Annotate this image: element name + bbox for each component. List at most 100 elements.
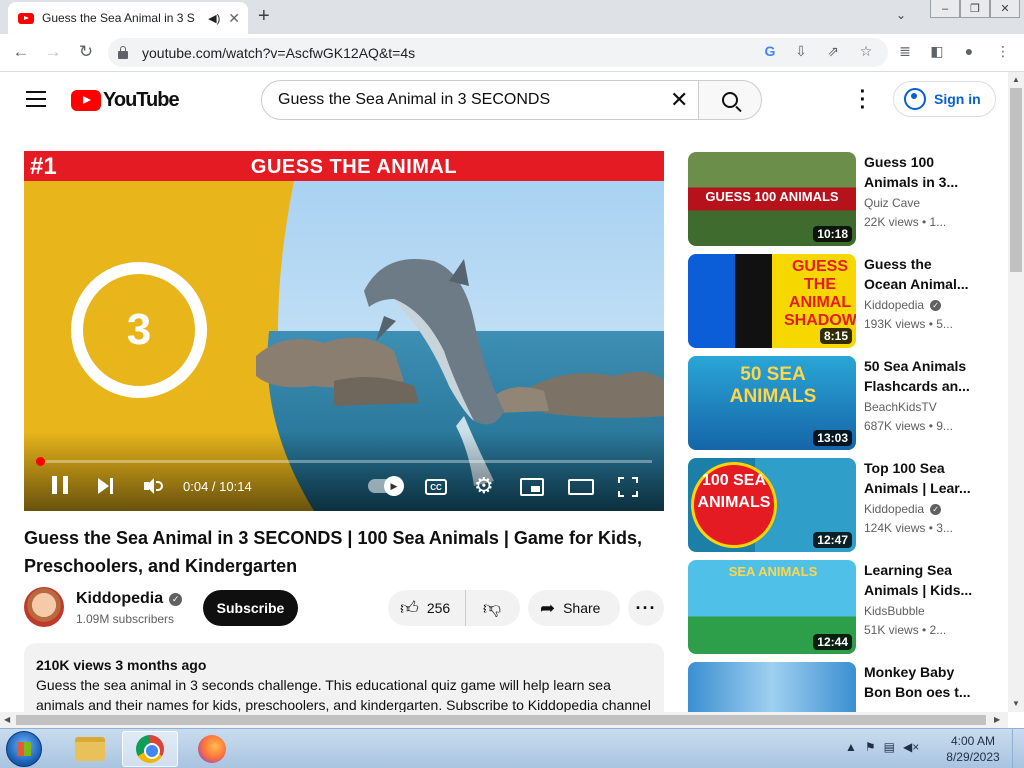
chrome-menu-icon[interactable]: ⋮ <box>994 43 1012 60</box>
video-thumbnail[interactable]: 50 SEA ANIMALS 13:03 <box>688 356 856 450</box>
fullscreen-icon[interactable] <box>618 477 638 497</box>
horizontal-scroll-thumb[interactable] <box>16 715 986 725</box>
channel-name-text: Kiddopedia <box>76 590 164 607</box>
start-button[interactable] <box>6 731 42 767</box>
recommendation-channel[interactable]: Kiddopedia ✓ <box>864 502 942 516</box>
recommendation-channel[interactable]: KidsBubble <box>864 604 925 618</box>
channel-name[interactable]: Kiddopedia ✓ <box>76 590 183 608</box>
restore-button[interactable]: ❐ <box>960 0 990 18</box>
recommendation-channel[interactable]: BeachKidsTV <box>864 400 937 414</box>
recommendation-title[interactable]: 50 Sea Animals Flashcards an... <box>864 356 974 396</box>
action-center-icon[interactable]: ⚑ <box>865 740 876 754</box>
side-panel-icon[interactable]: ◧ <box>928 43 946 60</box>
sign-in-button[interactable]: Sign in <box>893 81 996 117</box>
video-thumbnail[interactable]: SEA ANIMALS 12:44 <box>688 560 856 654</box>
tray-expand-icon[interactable]: ▲ <box>845 740 857 754</box>
search-input[interactable]: Guess the Sea Animal in 3 SECONDS <box>261 80 699 120</box>
tab-close-icon[interactable]: ✕ <box>228 10 240 27</box>
vertical-scroll-thumb[interactable] <box>1010 88 1022 272</box>
folder-icon <box>75 737 105 761</box>
next-track-icon[interactable] <box>98 478 114 494</box>
video-banner: #1 GUESS THE ANIMAL <box>24 151 664 181</box>
volume-icon[interactable] <box>144 478 164 494</box>
autoplay-toggle[interactable] <box>368 476 404 496</box>
tab-search-chevron-icon[interactable]: ⌄ <box>896 8 906 22</box>
pause-icon[interactable] <box>52 476 68 494</box>
youtube-header: YouTube Guess the Sea Animal in 3 SECOND… <box>0 72 1008 128</box>
recommendation-title[interactable]: Guess the Ocean Animal... <box>864 254 974 294</box>
recommendation-channel-name: KidsBubble <box>864 604 925 618</box>
vertical-scrollbar[interactable]: ▲ ▼ <box>1008 72 1024 712</box>
lock-icon[interactable] <box>118 45 128 59</box>
recommendation-item[interactable]: 100 SEA ANIMALS 12:47 Top 100 Sea Animal… <box>688 458 998 552</box>
dislike-button[interactable]: 👎︎ <box>466 597 518 619</box>
recommendation-channel[interactable]: Kiddopedia ✓ <box>864 298 942 312</box>
video-thumbnail[interactable] <box>688 662 856 712</box>
recommendation-item[interactable]: GUESS THE ANIMAL SHADOW 8:15 Guess the O… <box>688 254 998 348</box>
share-button[interactable]: ➦ Share <box>528 590 620 626</box>
countdown-timer: 3 <box>71 262 207 398</box>
recommendation-channel[interactable]: Quiz Cave <box>864 196 920 210</box>
recommendation-title[interactable]: Learning Sea Animals | Kids... <box>864 560 974 600</box>
recommendation-item[interactable]: GUESS 100 ANIMALS 10:18 Guess 100 Animal… <box>688 152 998 246</box>
taskbar-firefox[interactable] <box>184 731 240 767</box>
install-app-icon[interactable]: ⇩ <box>792 43 810 60</box>
scroll-right-arrow-icon[interactable]: ▶ <box>994 715 1000 724</box>
google-translate-icon[interactable]: G <box>761 43 779 59</box>
video-player[interactable]: #1 GUESS THE ANIMAL 3 0:04 / 10:14 CC ⚙ <box>24 151 664 511</box>
settings-gear-icon[interactable]: ⚙ <box>474 475 494 497</box>
recommendation-title[interactable]: Monkey Baby Bon Bon oes t... <box>864 662 974 702</box>
description-box[interactable]: 210K views 3 months ago Guess the sea an… <box>24 643 664 723</box>
settings-more-icon[interactable]: · · · <box>858 82 868 118</box>
more-actions-button[interactable]: ··· <box>628 590 664 626</box>
recommendation-item[interactable]: SEA ANIMALS 12:44 Learning Sea Animals |… <box>688 560 998 654</box>
clear-search-icon[interactable]: ✕ <box>670 89 688 111</box>
taskbar-explorer[interactable] <box>62 731 118 767</box>
taskbar-chrome[interactable] <box>122 731 178 767</box>
network-icon[interactable]: ▤ <box>884 740 895 754</box>
back-arrow-icon[interactable]: ← <box>10 42 32 62</box>
progress-scrubber[interactable] <box>36 457 45 466</box>
recommendation-title[interactable]: Guess 100 Animals in 3... <box>864 152 974 192</box>
profile-icon[interactable]: ● <box>960 43 978 59</box>
reload-icon[interactable]: ↻ <box>75 42 97 62</box>
captions-icon[interactable]: CC <box>425 479 447 495</box>
scroll-left-arrow-icon[interactable]: ◀ <box>4 715 10 724</box>
video-thumbnail[interactable]: GUESS THE ANIMAL SHADOW 8:15 <box>688 254 856 348</box>
menu-hamburger-icon[interactable] <box>26 91 46 107</box>
recommendation-item[interactable]: Monkey Baby Bon Bon oes t... <box>688 662 998 712</box>
youtube-logo[interactable]: YouTube <box>71 89 180 112</box>
sign-in-label: Sign in <box>934 91 981 107</box>
horizontal-scrollbar[interactable]: ◀ ▶ <box>0 712 1008 728</box>
duration-badge: 12:44 <box>813 634 852 650</box>
channel-avatar[interactable] <box>24 587 64 627</box>
miniplayer-icon[interactable] <box>520 478 544 496</box>
system-clock[interactable]: 4:00 AM 8/29/2023 <box>940 733 1006 765</box>
new-tab-button[interactable]: + <box>258 6 270 26</box>
scroll-up-arrow-icon[interactable]: ▲ <box>1012 75 1020 84</box>
browser-tab-active[interactable]: Guess the Sea Animal in 3 S ◀) ✕ <box>8 2 248 34</box>
recommendation-item[interactable]: 50 SEA ANIMALS 13:03 50 Sea Animals Flas… <box>688 356 998 450</box>
share-page-icon[interactable]: ⇗ <box>824 43 842 60</box>
minimize-button[interactable]: – <box>930 0 960 18</box>
show-desktop-button[interactable] <box>1012 729 1024 768</box>
duration-badge: 13:03 <box>813 430 852 446</box>
bookmark-star-icon[interactable]: ☆ <box>857 43 875 60</box>
search-button[interactable] <box>698 80 762 120</box>
recommendation-channel-name: BeachKidsTV <box>864 400 937 414</box>
views-and-date: 210K views 3 months ago <box>36 657 207 673</box>
video-thumbnail[interactable]: 100 SEA ANIMALS 12:47 <box>688 458 856 552</box>
subscribe-button[interactable]: Subscribe <box>203 590 298 626</box>
volume-muted-icon[interactable]: ◀× <box>903 740 919 754</box>
theater-mode-icon[interactable] <box>568 479 594 495</box>
recommendation-title[interactable]: Top 100 Sea Animals | Lear... <box>864 458 974 498</box>
recommendation-meta: 124K views • 3... <box>864 521 953 535</box>
like-button[interactable]: 👍︎ 256 <box>388 590 466 626</box>
scroll-down-arrow-icon[interactable]: ▼ <box>1012 699 1020 708</box>
video-thumbnail[interactable]: GUESS 100 ANIMALS 10:18 <box>688 152 856 246</box>
progress-bar[interactable] <box>36 457 652 466</box>
close-window-button[interactable]: ✕ <box>990 0 1020 18</box>
media-control-icon[interactable]: ≣ <box>896 43 914 60</box>
tab-audio-icon[interactable]: ◀) <box>208 12 220 25</box>
forward-arrow-icon[interactable]: → <box>42 42 64 62</box>
